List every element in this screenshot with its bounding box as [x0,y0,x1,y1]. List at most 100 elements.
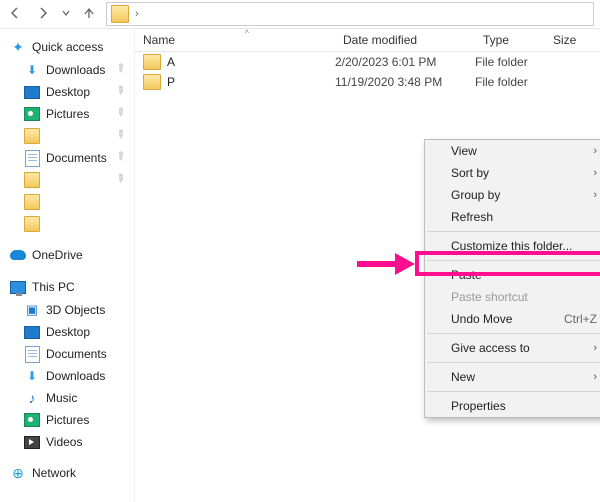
desktop-icon [24,326,40,339]
folder-icon [24,216,40,232]
menu-item-new[interactable]: New › [425,366,600,388]
sidebar-item-pictures[interactable]: Pictures ✎ [10,103,130,125]
folder-icon [24,128,40,144]
pictures-icon [24,413,40,427]
sidebar-item-label: Desktop [46,325,90,339]
documents-icon [25,150,40,167]
arrow-up-icon [82,6,96,23]
menu-separator [427,260,600,261]
this-pc-icon [10,281,26,294]
column-header-date[interactable]: Date modified [335,29,475,51]
column-header-size[interactable]: Size [545,29,600,51]
column-header-label: Size [553,33,576,47]
sidebar-item-videos[interactable]: Videos [10,431,130,453]
forward-button[interactable] [32,3,54,25]
menu-item-label: Group by [451,188,500,202]
sidebar-item-label: Desktop [46,85,90,99]
submenu-arrow-icon: › [593,167,597,179]
menu-item-label: Properties [451,399,506,413]
sidebar-item-label: Pictures [46,413,89,427]
sidebar-item-label: Network [32,466,76,480]
menu-item-label: Paste [451,268,482,282]
breadcrumb-chevron-icon: › [135,8,139,20]
sidebar-item-downloads-2[interactable]: ⬇ Downloads [10,365,130,387]
menu-item-view[interactable]: View › [425,140,600,162]
downloads-icon: ⬇ [24,62,40,78]
pin-icon: ✎ [112,170,132,190]
sidebar-item-desktop[interactable]: Desktop ✎ [10,81,130,103]
submenu-arrow-icon: › [593,342,597,354]
submenu-arrow-icon: › [593,371,597,383]
menu-separator [427,333,600,334]
pin-icon: ✎ [112,148,132,168]
address-bar[interactable]: › [106,2,594,26]
sidebar-item-pinned-folder-4[interactable] [10,213,130,235]
file-date: 11/19/2020 3:48 PM [335,75,475,89]
folder-icon [24,172,40,188]
sidebar-item-label: Music [46,391,77,405]
menu-item-sort-by[interactable]: Sort by › [425,162,600,184]
sidebar-this-pc[interactable]: This PC [10,275,130,299]
sidebar-item-downloads[interactable]: ⬇ Downloads ✎ [10,59,130,81]
file-date: 2/20/2023 6:01 PM [335,55,475,69]
sidebar-onedrive[interactable]: OneDrive [10,243,130,267]
column-header-label: Type [483,33,509,47]
sidebar-network[interactable]: ⊕ Network [10,461,130,485]
menu-item-label: Refresh [451,210,493,224]
menu-item-label: Paste shortcut [451,290,528,304]
file-name: A [167,55,175,69]
sidebar-item-label: Videos [46,435,82,449]
column-header-label: Date modified [343,33,417,47]
content-pane[interactable]: Name ^ Date modified Type Size A 2/ [135,29,600,502]
menu-item-paste[interactable]: Paste [425,264,600,286]
menu-item-give-access-to[interactable]: Give access to › [425,337,600,359]
chevron-down-icon [61,7,71,21]
file-row[interactable]: P 11/19/2020 3:48 PM File folder [135,72,600,92]
file-row[interactable]: A 2/20/2023 6:01 PM File folder [135,52,600,72]
sidebar-item-3d-objects[interactable]: ▣ 3D Objects [10,299,130,321]
sidebar-quick-access[interactable]: ✦ Quick access [10,35,130,59]
folder-icon [111,5,129,23]
submenu-arrow-icon: › [593,189,597,201]
file-type: File folder [475,55,545,69]
sidebar-item-label: Downloads [46,63,105,77]
recent-locations-button[interactable] [60,3,72,25]
sidebar-item-pinned-folder-1[interactable]: ✎ [10,125,130,147]
menu-separator [427,231,600,232]
network-icon: ⊕ [10,465,26,481]
menu-separator [427,362,600,363]
menu-item-customize-folder[interactable]: Customize this folder... [425,235,600,257]
sort-caret-up-icon: ^ [245,28,249,38]
menu-item-undo-move[interactable]: Undo Move Ctrl+Z [425,308,600,330]
up-button[interactable] [78,3,100,25]
sidebar-item-desktop-2[interactable]: Desktop [10,321,130,343]
sidebar-item-documents[interactable]: Documents ✎ [10,147,130,169]
menu-item-label: View [451,144,477,158]
quick-access-icon: ✦ [10,39,26,55]
sidebar-item-label: Documents [46,151,107,165]
sidebar-item-music[interactable]: ♪ Music [10,387,130,409]
pin-icon: ✎ [112,60,132,80]
column-header-label: Name [143,33,175,47]
column-header-type[interactable]: Type [475,29,545,51]
sidebar-item-pictures-2[interactable]: Pictures [10,409,130,431]
submenu-arrow-icon: › [593,145,597,157]
menu-item-group-by[interactable]: Group by › [425,184,600,206]
menu-item-label: Customize this folder... [451,239,572,253]
column-header-name[interactable]: Name ^ [135,29,335,51]
sidebar-item-pinned-folder-2[interactable]: ✎ [10,169,130,191]
menu-item-refresh[interactable]: Refresh [425,206,600,228]
desktop-icon [24,86,40,99]
menu-item-label: New [451,370,475,384]
sidebar-item-pinned-folder-3[interactable] [10,191,130,213]
menu-item-properties[interactable]: Properties [425,395,600,417]
menu-item-label: Undo Move [451,312,512,326]
menu-separator [427,391,600,392]
menu-item-paste-shortcut[interactable]: Paste shortcut [425,286,600,308]
menu-item-label: Give access to [451,341,530,355]
sidebar-item-documents-2[interactable]: Documents [10,343,130,365]
sidebar-item-label: Documents [46,347,107,361]
explorer-window: › ✦ Quick access ⬇ Downloads ✎ Desktop ✎… [0,0,600,502]
pictures-icon [24,107,40,121]
back-button[interactable] [4,3,26,25]
